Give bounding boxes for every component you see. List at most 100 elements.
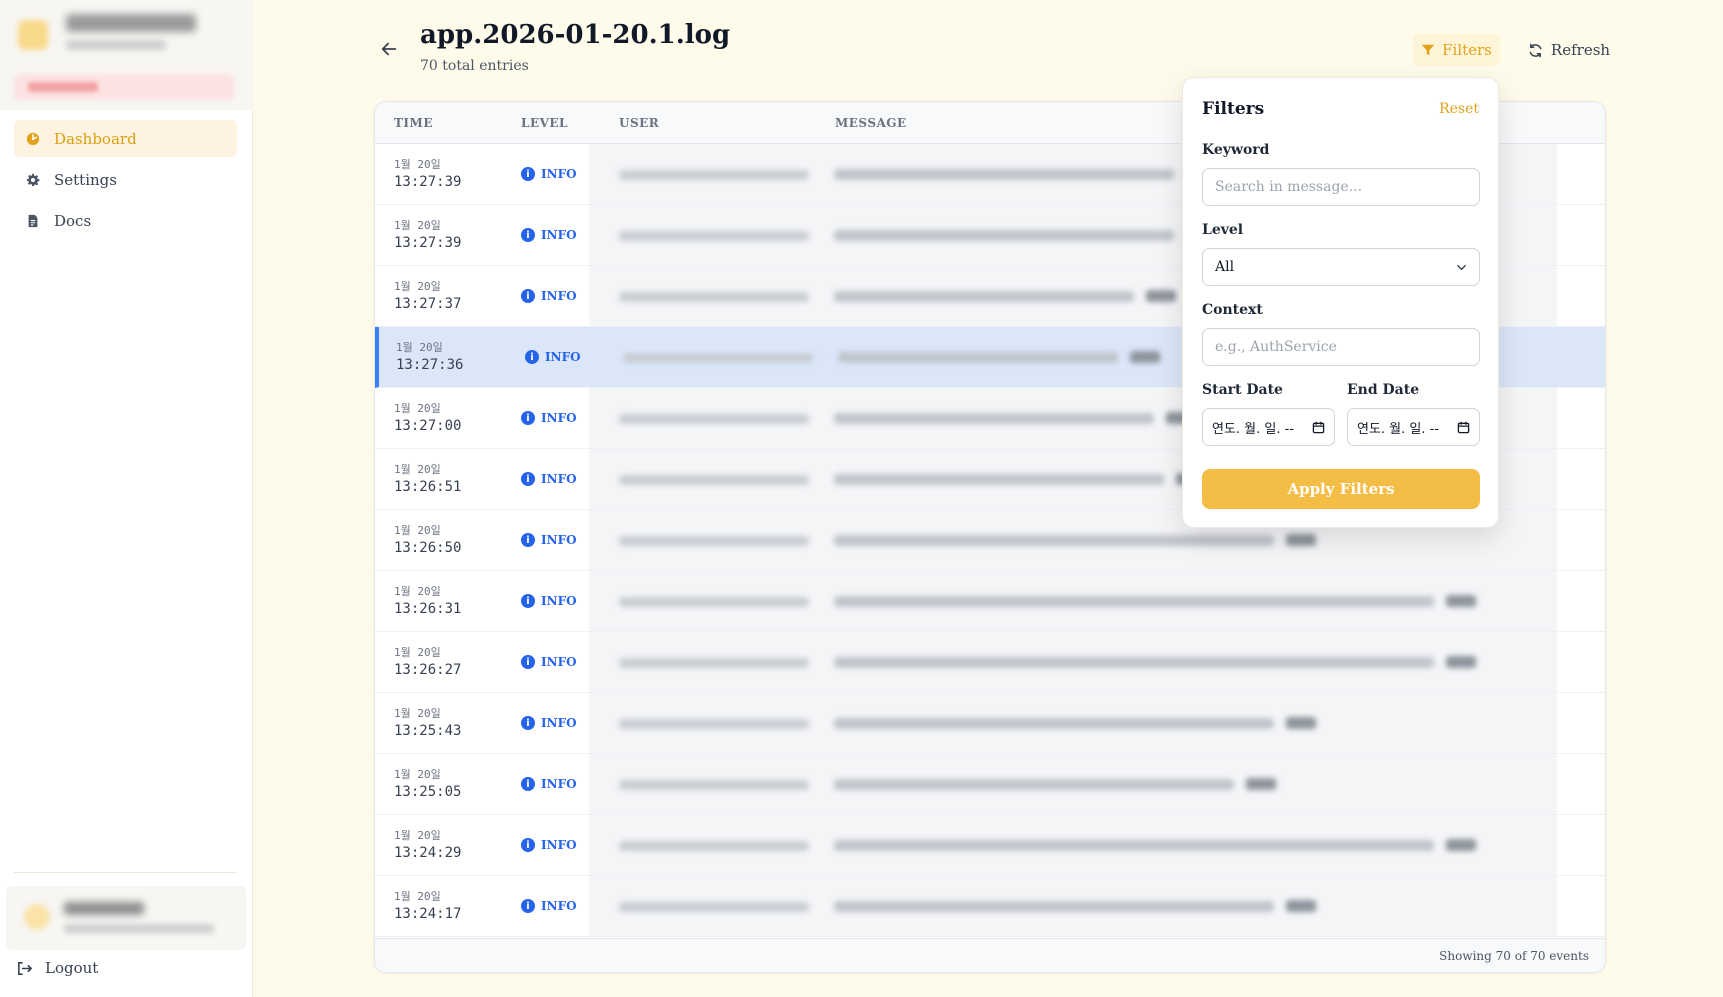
row-level: INFO xyxy=(541,594,577,608)
message-tag-redacted xyxy=(1246,778,1276,790)
column-header-time[interactable]: TIME xyxy=(394,116,433,130)
time-cell: 1월 20일 13:26:50 xyxy=(394,522,461,556)
redacted-content xyxy=(589,632,1557,692)
level-badge: i INFO xyxy=(521,228,577,242)
message-tag-redacted xyxy=(1286,900,1316,912)
user-cell-redacted xyxy=(619,536,809,546)
sidebar-divider xyxy=(14,872,237,873)
status-badge-redacted xyxy=(14,74,234,100)
message-cell-redacted xyxy=(834,840,1434,851)
row-level: INFO xyxy=(541,777,577,791)
row-time: 13:27:39 xyxy=(394,174,462,190)
level-badge: i INFO xyxy=(521,167,577,181)
row-time: 13:26:31 xyxy=(394,601,462,617)
refresh-button[interactable]: Refresh xyxy=(1510,34,1628,66)
chevron-down-icon xyxy=(1457,264,1466,270)
message-cell-redacted xyxy=(838,352,1118,363)
end-date-label: End Date xyxy=(1347,382,1420,398)
sidebar-item-dashboard[interactable]: Dashboard xyxy=(14,120,237,157)
time-cell: 1월 20일 13:24:29 xyxy=(394,827,461,861)
row-date: 1월 20일 xyxy=(394,707,441,720)
context-label: Context xyxy=(1202,302,1263,318)
user-email-redacted xyxy=(64,924,214,933)
time-cell: 1월 20일 13:27:39 xyxy=(394,156,461,190)
table-row[interactable]: 1월 20일 13:24:29 i INFO xyxy=(375,815,1605,876)
apply-filters-button[interactable]: Apply Filters xyxy=(1202,469,1480,509)
column-header-level[interactable]: LEVEL xyxy=(521,116,568,130)
info-icon: i xyxy=(521,716,535,730)
refresh-button-label: Refresh xyxy=(1550,41,1611,59)
logout-label: Logout xyxy=(45,959,99,977)
message-tag-redacted xyxy=(1286,717,1316,729)
row-date: 1월 20일 xyxy=(394,768,441,781)
message-cell-redacted xyxy=(834,596,1434,607)
message-cell-redacted xyxy=(834,169,1174,180)
row-level: INFO xyxy=(541,228,577,242)
user-card[interactable] xyxy=(6,886,246,950)
table-footer: Showing 70 of 70 events xyxy=(375,938,1605,972)
level-badge: i INFO xyxy=(521,838,577,852)
reset-filters-button[interactable]: Reset xyxy=(1439,101,1479,117)
info-icon: i xyxy=(521,899,535,913)
message-cell-redacted xyxy=(834,718,1274,729)
dashboard-icon xyxy=(26,132,40,146)
row-date: 1월 20일 xyxy=(394,524,441,537)
redacted-content xyxy=(589,754,1557,814)
row-date: 1월 20일 xyxy=(394,829,441,842)
start-date-label: Start Date xyxy=(1202,382,1283,398)
level-badge: i INFO xyxy=(521,777,577,791)
user-cell-redacted xyxy=(619,231,809,241)
row-date: 1월 20일 xyxy=(394,646,441,659)
keyword-placeholder: Search in message... xyxy=(1215,179,1363,195)
user-cell-redacted xyxy=(619,780,809,790)
column-header-message[interactable]: MESSAGE xyxy=(835,116,907,130)
row-date: 1월 20일 xyxy=(394,463,441,476)
table-row[interactable]: 1월 20일 13:25:05 i INFO xyxy=(375,754,1605,815)
end-date-input[interactable]: 연도. 월. 일. -- xyxy=(1347,408,1480,446)
time-cell: 1월 20일 13:25:43 xyxy=(394,705,461,739)
calendar-icon[interactable] xyxy=(1312,421,1325,434)
table-row[interactable]: 1월 20일 13:25:43 i INFO xyxy=(375,693,1605,754)
row-date: 1월 20일 xyxy=(394,890,441,903)
table-row[interactable]: 1월 20일 13:24:17 i INFO xyxy=(375,876,1605,937)
time-cell: 1월 20일 13:27:39 xyxy=(394,217,461,251)
row-time: 13:25:43 xyxy=(394,723,462,739)
sidebar-item-settings[interactable]: Settings xyxy=(14,161,237,198)
filters-popover: Filters Reset Keyword Search in message.… xyxy=(1182,77,1499,528)
info-icon: i xyxy=(521,838,535,852)
table-row[interactable]: 1월 20일 13:26:27 i INFO xyxy=(375,632,1605,693)
row-level: INFO xyxy=(541,838,577,852)
gear-icon xyxy=(26,173,40,187)
filter-icon xyxy=(1421,44,1435,56)
sidebar: Dashboard Settings Docs Logout xyxy=(0,0,253,997)
level-select[interactable]: All xyxy=(1202,248,1480,286)
user-cell-redacted xyxy=(619,170,809,180)
row-level: INFO xyxy=(541,533,577,547)
sidebar-item-label: Settings xyxy=(54,170,117,189)
keyword-input[interactable]: Search in message... xyxy=(1202,168,1480,206)
row-date: 1월 20일 xyxy=(396,341,443,354)
filters-button[interactable]: Filters xyxy=(1413,34,1500,66)
logout-button[interactable]: Logout xyxy=(16,959,98,977)
row-time: 13:26:27 xyxy=(394,662,462,678)
sidebar-item-label: Docs xyxy=(54,211,92,230)
row-time: 13:27:39 xyxy=(394,235,462,251)
pagination-summary: Showing 70 of 70 events xyxy=(1439,949,1589,963)
time-cell: 1월 20일 13:27:37 xyxy=(394,278,461,312)
level-select-value: All xyxy=(1215,259,1235,275)
sidebar-nav: Dashboard Settings Docs xyxy=(14,120,237,243)
start-date-input[interactable]: 연도. 월. 일. -- xyxy=(1202,408,1335,446)
context-input[interactable]: e.g., AuthService xyxy=(1202,328,1480,366)
refresh-icon xyxy=(1529,43,1542,57)
user-cell-redacted xyxy=(619,414,809,424)
row-level: INFO xyxy=(541,716,577,730)
table-row[interactable]: 1월 20일 13:26:31 i INFO xyxy=(375,571,1605,632)
column-header-user[interactable]: USER xyxy=(619,116,659,130)
start-date-value: 연도. 월. 일. -- xyxy=(1212,421,1295,437)
back-button[interactable] xyxy=(378,38,400,60)
calendar-icon[interactable] xyxy=(1457,421,1470,434)
row-level: INFO xyxy=(541,472,577,486)
sidebar-item-docs[interactable]: Docs xyxy=(14,202,237,239)
app-logo xyxy=(18,20,48,50)
message-tag-redacted xyxy=(1446,839,1476,851)
